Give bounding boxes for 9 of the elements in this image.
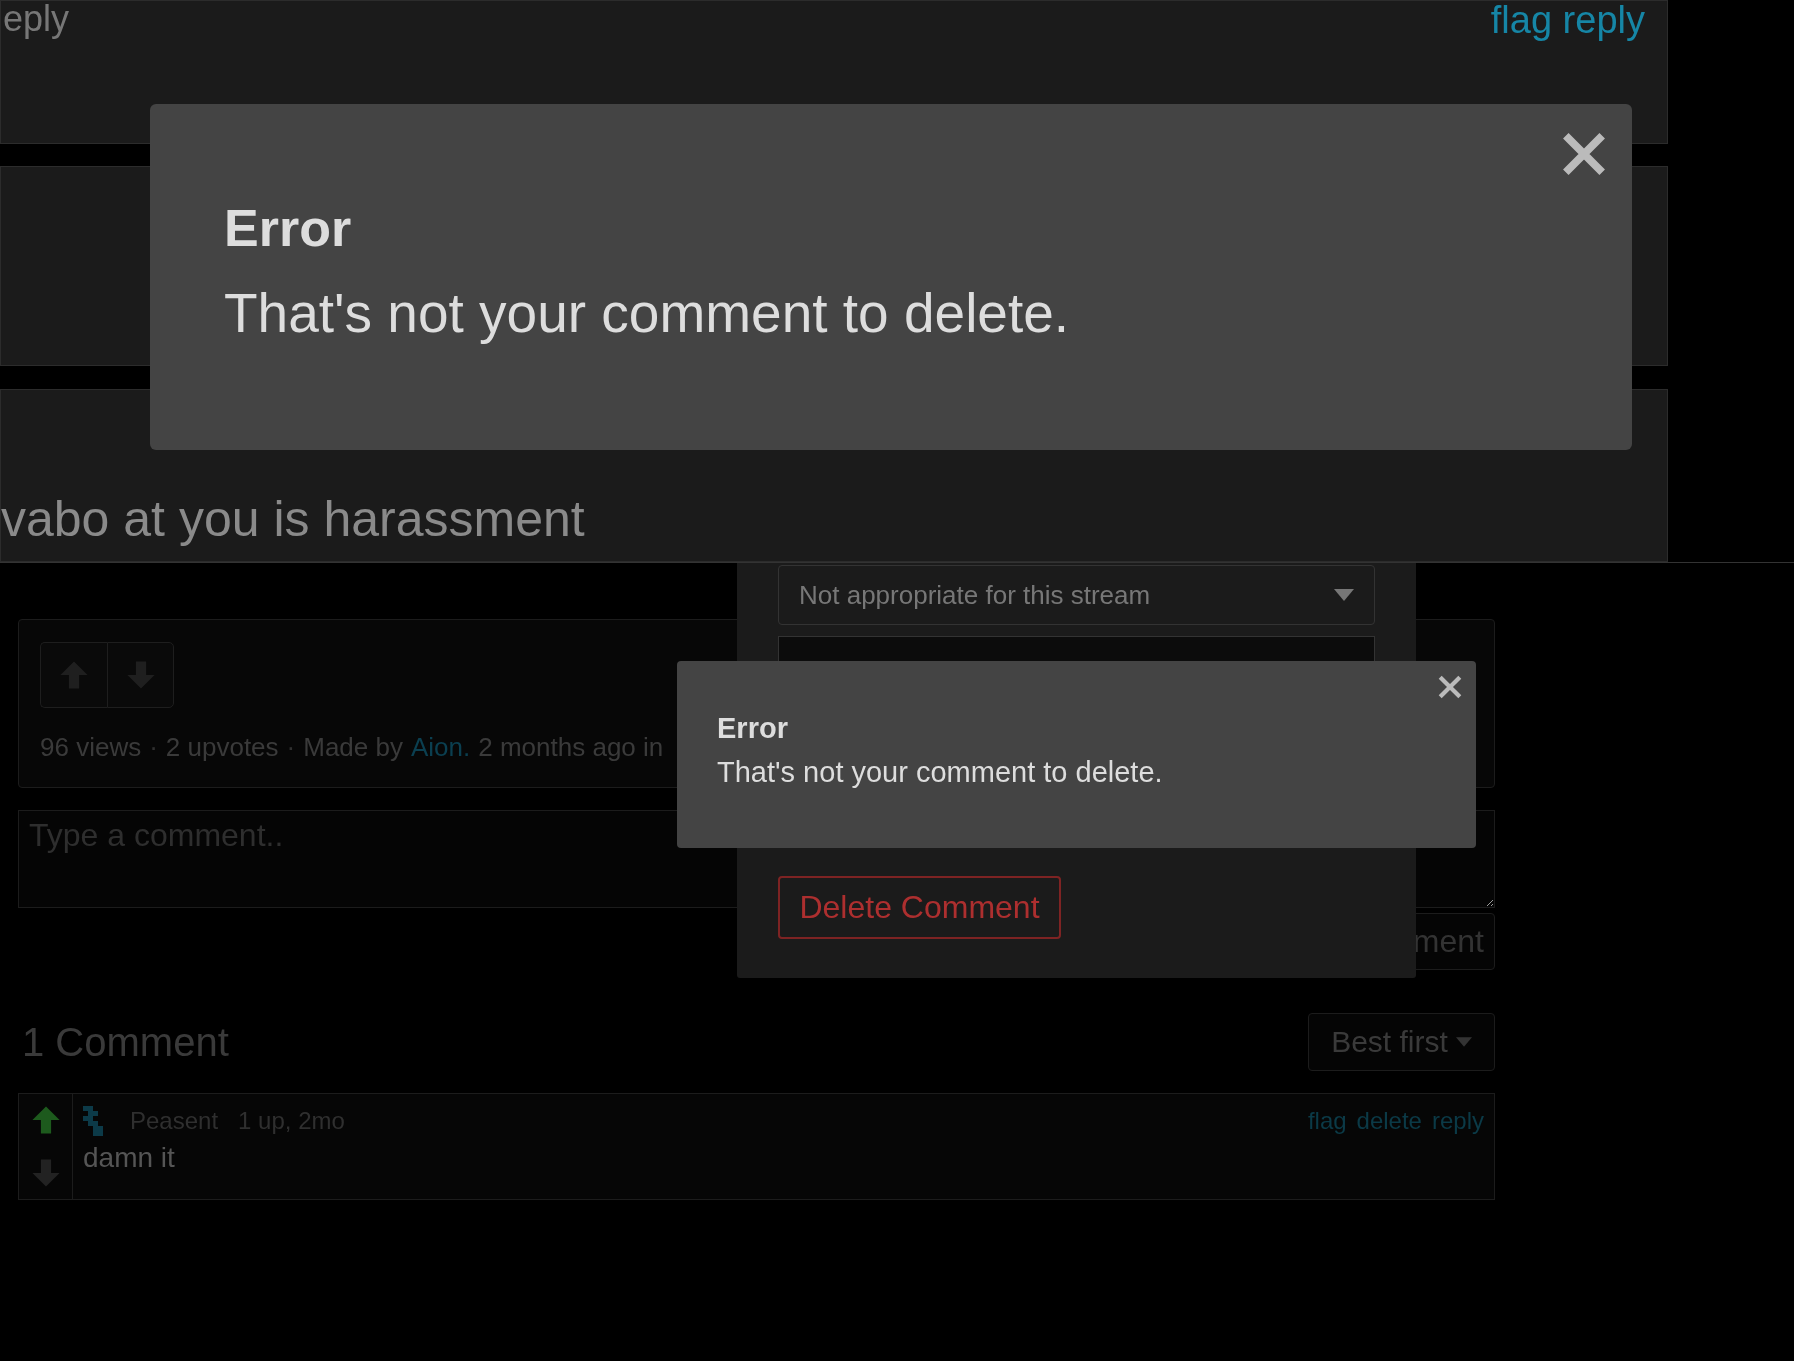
comment-text: vabo at you is harassment [1,490,586,548]
separator-dot: · [149,732,158,763]
comment-count: 1 Comment [21,1019,229,1065]
comment-text: damn it [83,1142,176,1174]
separator-dot: · [286,732,296,763]
reply-text: eply [2,1,70,37]
dialog-message: That's not your comment to delete. [717,758,1164,787]
dialog-title: Error [224,202,353,254]
dialog-title: Error [717,714,789,743]
